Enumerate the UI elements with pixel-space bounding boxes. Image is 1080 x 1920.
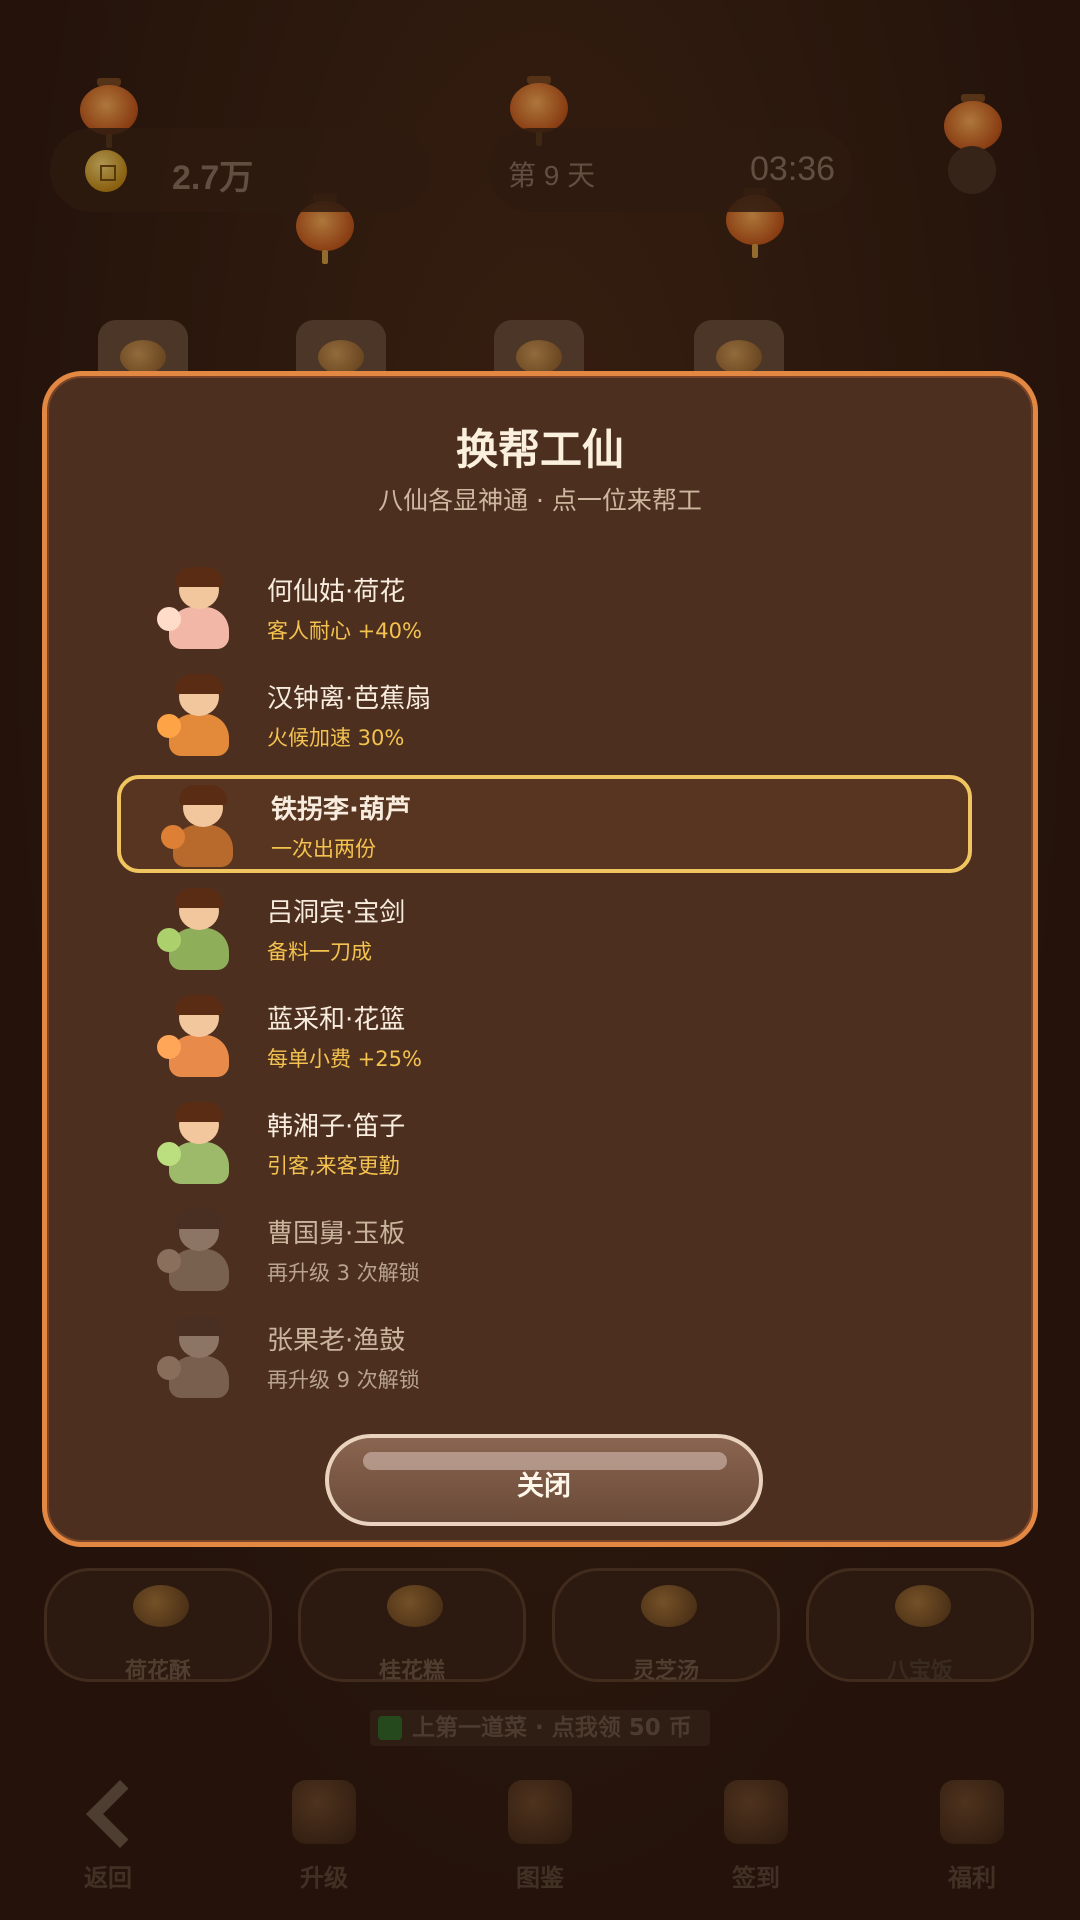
helper-option[interactable]: 蓝采和·花篮每单小费 +25% <box>117 989 972 1087</box>
unlock-requirement: 再升级 3 次解锁 <box>267 1261 420 1285</box>
immortal-avatar-icon <box>157 567 241 653</box>
unlock-requirement: 再升级 9 次解锁 <box>267 1368 420 1392</box>
immortal-avatar-icon <box>157 1316 241 1402</box>
helper-effect: 客人耐心 +40% <box>267 619 422 643</box>
close-button[interactable]: 关闭 <box>325 1434 763 1526</box>
helper-option[interactable]: 何仙姑·荷花客人耐心 +40% <box>117 561 972 659</box>
immortal-avatar-icon <box>157 1209 241 1295</box>
immortal-avatar-icon <box>157 995 241 1081</box>
helper-option[interactable]: 韩湘子·笛子引客,来客更勤 <box>117 1096 972 1194</box>
helper-effect: 一次出两份 <box>271 837 376 861</box>
helper-option[interactable]: 汉钟离·芭蕉扇火候加速 30% <box>117 668 972 766</box>
helper-name: 曹国舅·玉板 <box>267 1219 406 1249</box>
immortal-avatar-icon <box>161 785 245 871</box>
immortal-avatar-icon <box>157 1102 241 1188</box>
helper-name: 何仙姑·荷花 <box>267 577 406 607</box>
helper-effect: 每单小费 +25% <box>267 1047 422 1071</box>
helper-name: 韩湘子·笛子 <box>267 1112 406 1142</box>
helper-name: 蓝采和·花篮 <box>267 1005 406 1035</box>
helper-name: 铁拐李·葫芦 <box>271 795 411 825</box>
helper-option[interactable]: 铁拐李·葫芦一次出两份 <box>117 775 972 873</box>
dialog-subtitle: 八仙各显神通 · 点一位来帮工 <box>378 486 702 515</box>
helper-option[interactable]: 吕洞宾·宝剑备料一刀成 <box>117 882 972 980</box>
immortal-avatar-icon <box>157 888 241 974</box>
helper-option[interactable]: 曹国舅·玉板再升级 3 次解锁 <box>117 1203 972 1301</box>
close-label: 关闭 <box>517 1471 571 1502</box>
helper-name: 吕洞宾·宝剑 <box>267 898 406 928</box>
helper-option[interactable]: 张果老·渔鼓再升级 9 次解锁 <box>117 1310 972 1408</box>
dialog-title: 换帮工仙 <box>455 425 624 474</box>
helper-effect: 备料一刀成 <box>267 940 372 964</box>
helper-select-dialog: 换帮工仙 八仙各显神通 · 点一位来帮工 何仙姑·荷花 客人耐心 +40% 汉钟离·… <box>42 371 1038 1547</box>
helper-effect: 火候加速 30% <box>267 726 405 750</box>
helper-effect: 引客,来客更勤 <box>267 1154 400 1178</box>
immortal-avatar-icon <box>157 674 241 760</box>
helper-name: 汉钟离·芭蕉扇 <box>267 684 432 714</box>
helper-name: 张果老·渔鼓 <box>267 1326 406 1356</box>
